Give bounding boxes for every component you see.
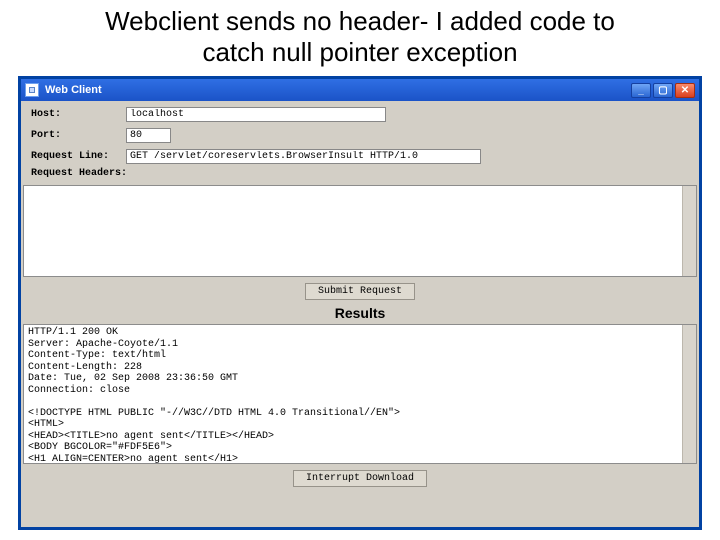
request-line-label: Request Line: [31,151,126,162]
slide-title: Webclient sends no header- I added code … [0,0,720,72]
close-button[interactable]: ✕ [675,83,695,98]
minimize-button[interactable]: _ [631,83,651,98]
request-line-input[interactable] [126,149,481,164]
slide-title-line2: catch null pointer exception [202,37,517,67]
scrollbar[interactable] [682,186,696,276]
interrupt-download-button[interactable]: Interrupt Download [293,470,427,487]
app-window: Web Client _ ▢ ✕ Host: Port: Request Lin… [18,76,702,530]
submit-request-button[interactable]: Submit Request [305,283,415,300]
titlebar: Web Client _ ▢ ✕ [21,79,699,101]
results-body: HTTP/1.1 200 OK Server: Apache-Coyote/1.… [28,327,400,464]
results-heading: Results [21,303,699,324]
app-icon [25,83,39,97]
maximize-button[interactable]: ▢ [653,83,673,98]
slide-title-line1: Webclient sends no header- I added code … [105,6,615,36]
port-input[interactable] [126,128,171,143]
port-label: Port: [31,130,126,141]
request-headers-label: Request Headers: [31,168,127,179]
scrollbar[interactable] [682,325,696,463]
request-headers-textarea[interactable] [23,185,697,277]
host-label: Host: [31,109,126,120]
results-textarea[interactable]: HTTP/1.1 200 OK Server: Apache-Coyote/1.… [23,324,697,464]
host-input[interactable] [126,107,386,122]
window-title: Web Client [45,84,102,96]
request-form: Host: Port: Request Line: Request Header… [21,101,699,183]
